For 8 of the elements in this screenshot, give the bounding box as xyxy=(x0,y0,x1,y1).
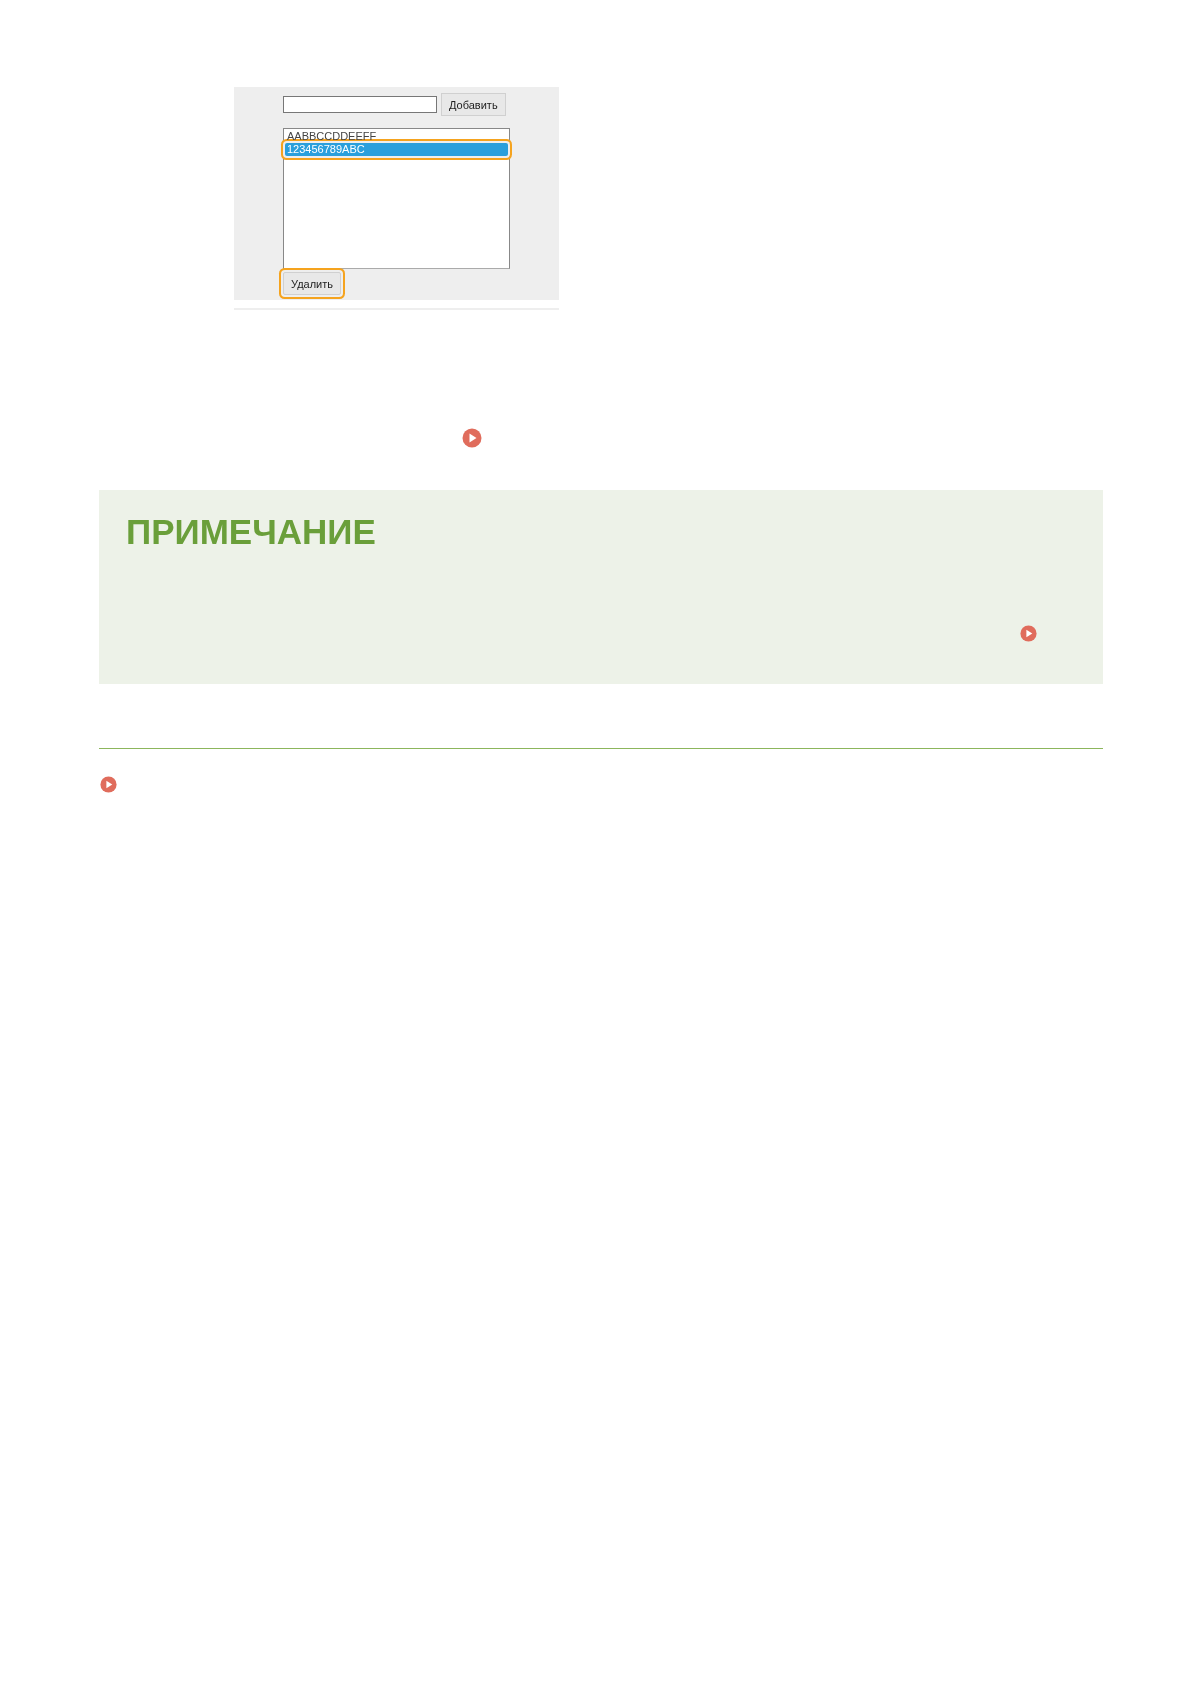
add-button[interactable]: Добавить xyxy=(441,93,506,116)
list-item[interactable]: AABBCCDDEEFF xyxy=(285,130,508,143)
arrow-link-icon[interactable] xyxy=(100,776,117,793)
note-title: ПРИМЕЧАНИЕ xyxy=(126,512,376,552)
list-box[interactable]: AABBCCDDEEFF 123456789ABC xyxy=(283,128,510,269)
arrow-link-icon[interactable] xyxy=(462,428,482,448)
input-field[interactable] xyxy=(283,96,437,113)
arrow-link-icon[interactable] xyxy=(1020,625,1037,642)
